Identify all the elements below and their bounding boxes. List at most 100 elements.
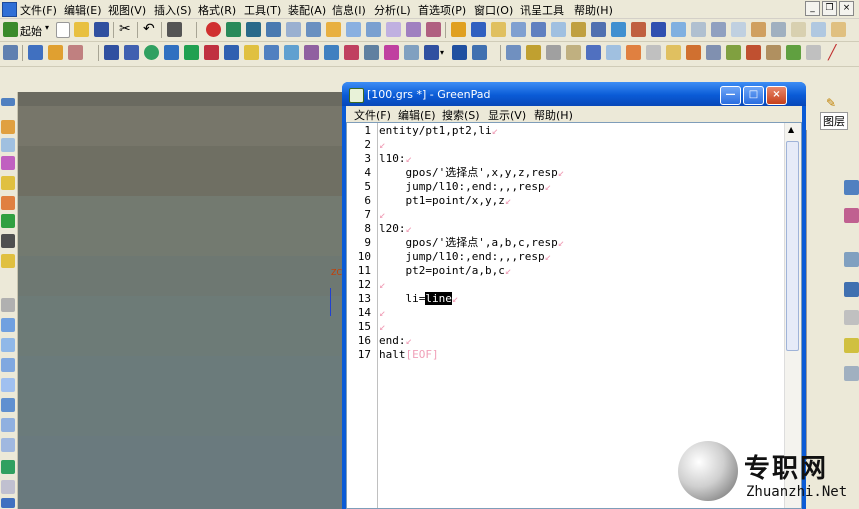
cube-view-3-icon[interactable] [1, 358, 15, 372]
edit-f-icon[interactable] [606, 45, 621, 60]
menu-analysis[interactable]: 分析(L) [374, 2, 411, 18]
cube-view-1-icon[interactable] [1, 318, 15, 332]
code-line[interactable]: 6 pt1=point/x,y,z↙ [347, 194, 787, 208]
shape-yellow-icon[interactable] [326, 22, 341, 37]
view-icon[interactable] [264, 45, 279, 60]
code-line[interactable]: 9 gpos/'选择点',a,b,c,resp↙ [347, 236, 787, 250]
red-box-icon[interactable] [204, 45, 219, 60]
cut-icon[interactable]: ✂ [119, 21, 131, 37]
tool-f-icon[interactable] [611, 22, 626, 37]
camera-icon[interactable] [1, 498, 15, 508]
app-restore-button[interactable]: ❐ [822, 1, 837, 16]
text-dropdown-icon[interactable]: ▾ [440, 48, 444, 57]
filter-icon[interactable] [1, 214, 15, 228]
greenpad-scroll-thumb[interactable] [786, 141, 799, 351]
gp-menu-edit[interactable]: 编辑(E) [398, 107, 436, 123]
greenpad-titlebar[interactable]: [100.grs *] - GreenPad — □ × [342, 82, 806, 106]
palette-icon[interactable] [1, 196, 15, 210]
edit-o-icon[interactable] [786, 45, 801, 60]
cube-view-7-icon[interactable] [1, 438, 15, 452]
cube-view-4-icon[interactable] [1, 378, 15, 392]
line-tool-icon[interactable]: ╱ [828, 45, 836, 61]
edit-p-icon[interactable] [806, 45, 821, 60]
tool-k-icon[interactable] [711, 22, 726, 37]
tool-q-icon[interactable] [831, 22, 846, 37]
yellow-tool-side-icon[interactable] [1, 254, 15, 268]
code-line[interactable]: 5 jump/l10:,end:,,,resp↙ [347, 180, 787, 194]
code-line[interactable]: 15 ↙ [347, 320, 787, 334]
menu-info[interactable]: 信息(I) [332, 2, 366, 18]
side-tool-4-icon[interactable] [844, 282, 859, 297]
menu-file[interactable]: 文件(F) [20, 2, 57, 18]
start-button[interactable]: 起始 [20, 23, 42, 39]
code-line[interactable]: 14 ↙ [347, 306, 787, 320]
menu-format[interactable]: 格式(R) [198, 2, 236, 18]
tool-c-icon[interactable] [551, 22, 566, 37]
tool-h-icon[interactable] [651, 22, 666, 37]
code-line[interactable]: 16 end:↙ [347, 334, 787, 348]
shape-blue-icon[interactable] [266, 22, 281, 37]
monitor-icon[interactable] [452, 45, 467, 60]
mesh-icon[interactable] [284, 45, 299, 60]
save-icon[interactable] [94, 22, 109, 37]
menu-assembly[interactable]: 装配(A) [288, 2, 326, 18]
menu-help[interactable]: 帮助(H) [574, 2, 613, 18]
greenpad-editor[interactable]: 1 entity/pt1,pt2,li↙ 2 ↙ 3 l10:↙ 4 gpos/'选择点',… [346, 122, 802, 509]
code-line[interactable]: 4 gpos/'选择点',x,y,z,resp↙ [347, 166, 787, 180]
wire-icon[interactable] [404, 45, 419, 60]
folder-tool-icon[interactable] [1, 176, 15, 190]
roles-icon[interactable] [1, 156, 15, 170]
side-tool-3-icon[interactable] [844, 252, 859, 267]
greenpad-maximize-button[interactable]: □ [743, 86, 764, 105]
shape-green-icon[interactable] [226, 22, 241, 37]
record-icon[interactable] [206, 22, 221, 37]
shape-purple-icon[interactable] [386, 22, 401, 37]
menu-xuncheng-tools[interactable]: 讯呈工具 [520, 2, 564, 18]
edit-e-icon[interactable] [586, 45, 601, 60]
edit-i-icon[interactable] [666, 45, 681, 60]
tool-l-icon[interactable] [731, 22, 746, 37]
panel-icon[interactable] [224, 45, 239, 60]
shape-box-icon[interactable] [346, 22, 361, 37]
tool-m-icon[interactable] [751, 22, 766, 37]
purple-icon[interactable] [304, 45, 319, 60]
cube-view-6-icon[interactable] [1, 418, 15, 432]
shape-cube-icon[interactable] [306, 22, 321, 37]
menu-view[interactable]: 视图(V) [108, 2, 146, 18]
edit-h-icon[interactable] [646, 45, 661, 60]
history-icon[interactable] [1, 138, 15, 152]
shape-pink-icon[interactable] [426, 22, 441, 37]
greenpad-close-button[interactable]: × [766, 86, 787, 105]
layer-tab[interactable]: 图层 [820, 112, 848, 130]
app-minimize-button[interactable]: _ [805, 1, 820, 16]
side-tool-1-icon[interactable] [844, 180, 859, 195]
start-dropdown-icon[interactable]: ▾ [45, 23, 49, 32]
open-folder-icon[interactable] [74, 22, 89, 37]
edit-k-icon[interactable] [706, 45, 721, 60]
code-line[interactable]: 12 ↙ [347, 278, 787, 292]
tool-a-icon[interactable] [511, 22, 526, 37]
edit-j-icon[interactable] [686, 45, 701, 60]
edit-m-icon[interactable] [746, 45, 761, 60]
tool-i-icon[interactable] [671, 22, 686, 37]
stack-icon[interactable] [124, 45, 139, 60]
app-close-button[interactable]: × [839, 1, 854, 16]
code-line[interactable]: 13 li=line↙ [347, 292, 787, 306]
tool-o-icon[interactable] [791, 22, 806, 37]
code-line[interactable]: 10 jump/l10:,end:,,,resp↙ [347, 250, 787, 264]
window-icon[interactable] [472, 45, 487, 60]
menu-window[interactable]: 窗口(O) [474, 2, 513, 18]
tool-g-icon[interactable] [631, 22, 646, 37]
gp-menu-file[interactable]: 文件(F) [354, 107, 391, 123]
tool-e-icon[interactable] [591, 22, 606, 37]
text-icon[interactable] [424, 45, 439, 60]
printer-tool-icon[interactable] [1, 234, 15, 248]
layer-view-icon[interactable] [1, 480, 15, 494]
lamp-icon[interactable] [48, 45, 63, 60]
code-line[interactable]: 1 entity/pt1,pt2,li↙ [347, 124, 787, 138]
edit-n-icon[interactable] [766, 45, 781, 60]
hand-icon[interactable] [1, 298, 15, 312]
blue-tool-icon[interactable] [471, 22, 486, 37]
list-icon[interactable] [104, 45, 119, 60]
navigator-icon[interactable] [1, 120, 15, 134]
